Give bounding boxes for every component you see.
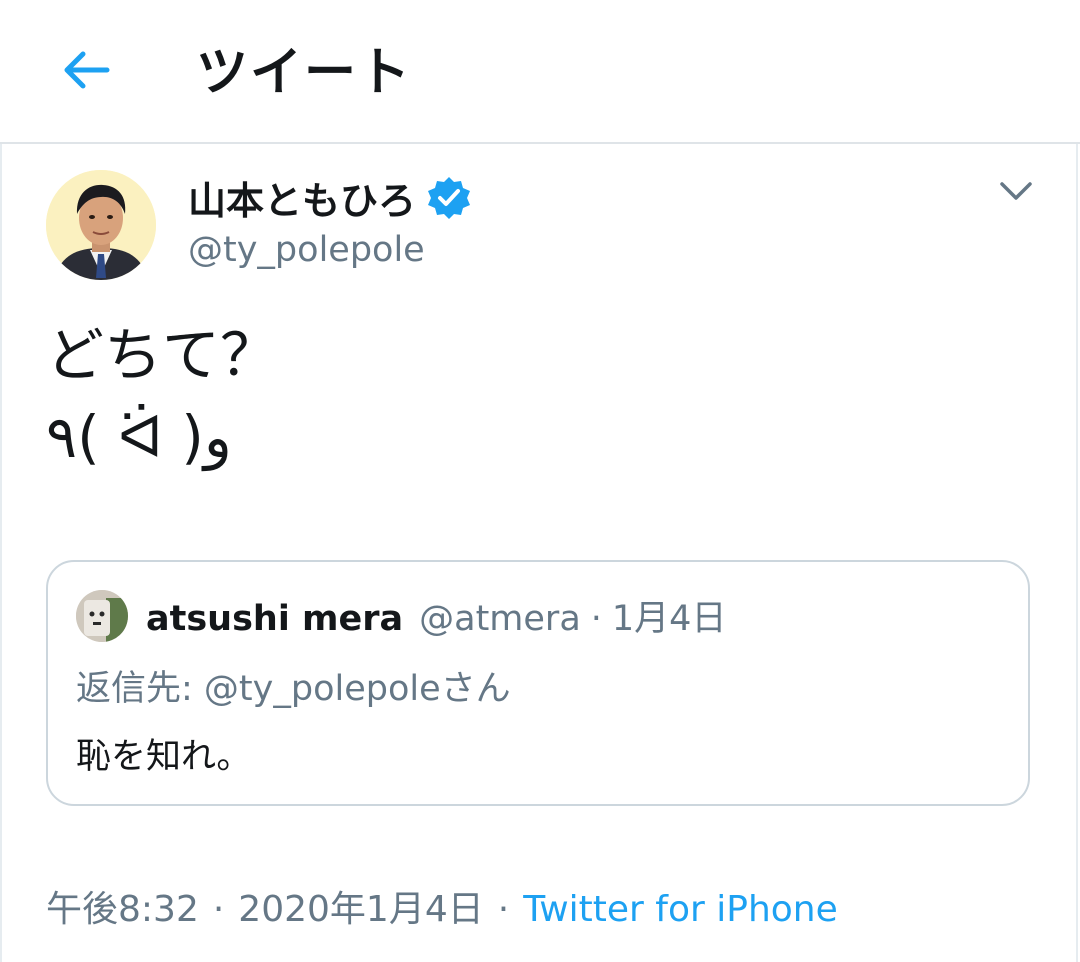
author-handle[interactable]: @ty_polepole xyxy=(188,230,425,270)
quoted-tweet-text: 恥を知れ。 xyxy=(76,737,252,777)
author-photo xyxy=(46,170,156,280)
quoted-author-avatar[interactable] xyxy=(76,590,128,642)
quoted-author-handle: @atmera xyxy=(419,599,581,639)
author-name[interactable]: 山本ともひろ xyxy=(188,170,472,225)
quoted-reply-to: 返信先: @ty_polepoleさん xyxy=(76,669,511,709)
tweet-menu-button[interactable] xyxy=(996,174,1036,208)
top-bar: ツイート xyxy=(0,0,1080,144)
quoted-date: 1月4日 xyxy=(611,599,727,639)
back-button[interactable] xyxy=(56,44,116,96)
quoted-separator: · xyxy=(590,599,602,639)
tweet-text: どちて？ ٩( ᐛ )و xyxy=(46,314,278,478)
author-avatar[interactable] xyxy=(46,170,156,280)
meta-separator: · xyxy=(497,889,510,930)
tweet-border-right xyxy=(1076,144,1078,962)
verified-badge-icon xyxy=(428,176,471,219)
tweet-source-link[interactable]: Twitter for iPhone xyxy=(523,889,838,930)
page-title: ツイート xyxy=(196,43,413,103)
meta-separator: · xyxy=(212,889,225,930)
quoted-author-name: atsushi mera xyxy=(146,599,404,639)
tweet-date: 2020年1月4日 xyxy=(238,889,484,930)
quoted-author-photo xyxy=(76,590,128,642)
quoted-tweet-header: atsushi mera @atmera · 1月4日 xyxy=(146,590,726,641)
tweet-text-line-1: どちて？ xyxy=(46,321,279,389)
tweet-time: 午後8:32 xyxy=(46,889,199,930)
tweet-text-line-2: ٩( ᐛ )و xyxy=(46,403,232,471)
tweet-border-left xyxy=(0,144,2,962)
arrow-left-icon xyxy=(64,51,110,89)
chevron-down-icon xyxy=(1000,182,1032,200)
author-name-text: 山本ともひろ xyxy=(188,179,417,223)
tweet-meta: 午後8:32 · 2020年1月4日 · Twitter for iPhone xyxy=(46,880,838,932)
